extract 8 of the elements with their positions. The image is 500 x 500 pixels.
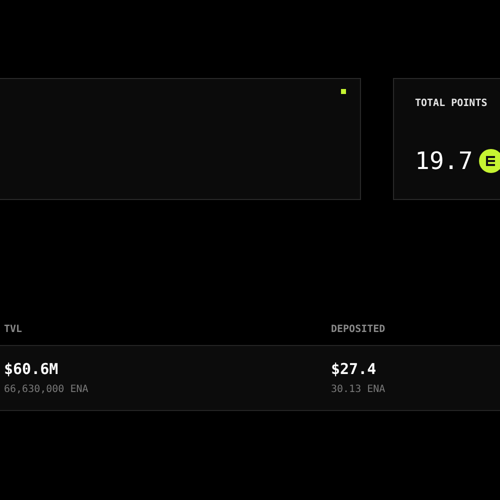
cell-value: $60.6M [4, 360, 60, 379]
cell-subvalue: 66,630,000 ENA [4, 382, 90, 397]
points-value: 19.7 [415, 149, 473, 173]
card-label: TOTAL POINTS [415, 97, 488, 111]
column-header: DEPOSITED [331, 324, 386, 335]
cell-value: $27.4 [331, 360, 378, 379]
column-header: TVL [4, 324, 22, 335]
cell-subvalue: 30.13 ENA [331, 382, 386, 397]
